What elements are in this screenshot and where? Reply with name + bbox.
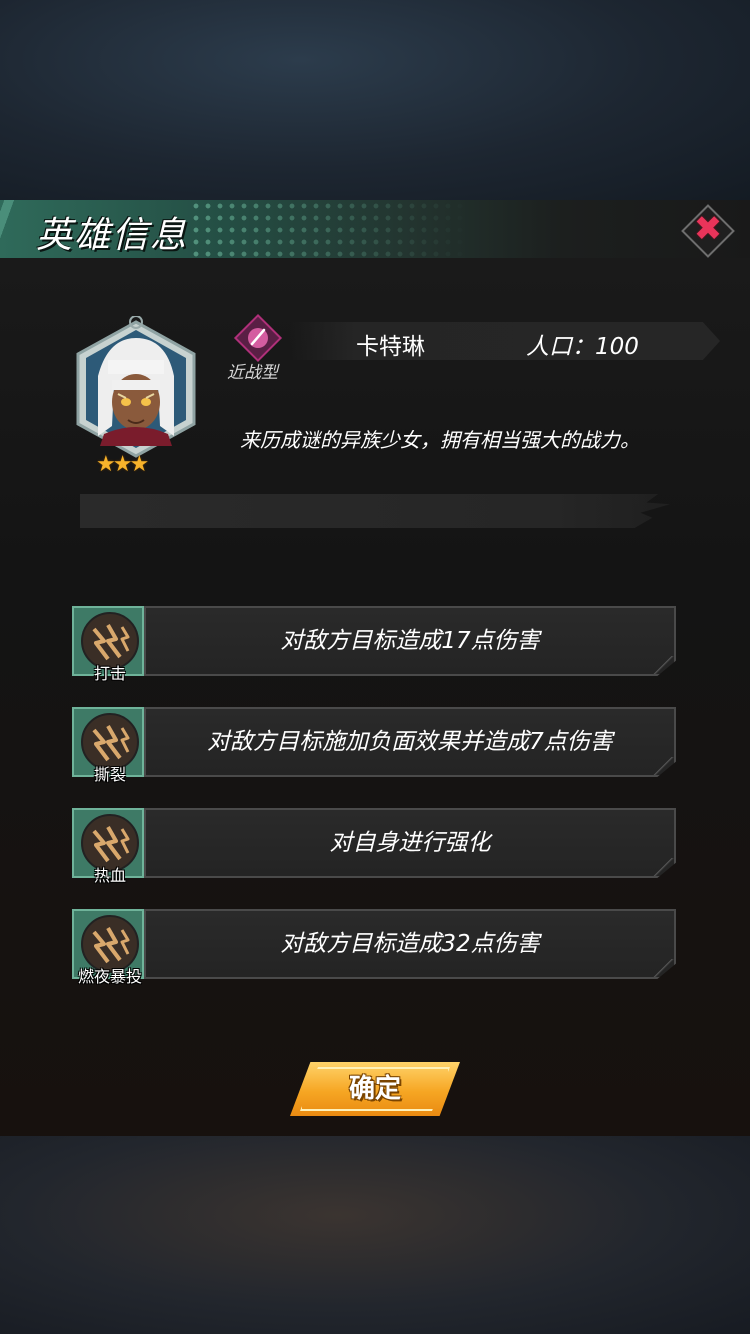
close-button[interactable]: ✖ <box>680 203 736 259</box>
skill-row[interactable]: 燃夜暴投 对敌方目标造成32点伤害 <box>72 909 676 986</box>
hero-description: 来历成谜的异族少女，拥有相当强大的战力。 <box>240 428 640 452</box>
skill-icon-box[interactable]: 撕裂 <box>72 707 144 784</box>
skill-description: 对自身进行强化 <box>329 830 491 856</box>
skill-icon-box[interactable]: 热血 <box>72 808 144 885</box>
dialog-title: 英雄信息 <box>36 215 189 256</box>
background-bottom <box>0 1136 750 1334</box>
skill-row[interactable]: 撕裂 对敌方目标施加负面效果并造成7点伤害 <box>72 707 676 784</box>
hero-name: 卡特琳 <box>356 334 425 360</box>
hero-portrait <box>68 316 204 466</box>
skill-description: 对敌方目标造成17点伤害 <box>280 628 540 654</box>
star-rating: ★★★ <box>96 452 149 477</box>
hero-type-label: 近战型 <box>227 363 278 383</box>
skill-name: 燃夜暴投 <box>77 967 142 986</box>
skill-name: 撕裂 <box>93 765 126 784</box>
blade-icon <box>232 312 284 364</box>
skill-row[interactable]: 热血 对自身进行强化 <box>72 808 676 885</box>
hero-population: 人口：100 <box>526 334 639 360</box>
skill-description: 对敌方目标造成32点伤害 <box>280 931 540 957</box>
skill-icon-box[interactable]: 燃夜暴投 <box>72 909 144 986</box>
skill-name: 热血 <box>93 866 126 885</box>
hero-name-bar <box>290 322 720 360</box>
background-top <box>0 0 750 200</box>
skill-icon-box[interactable]: 打击 <box>72 606 144 683</box>
confirm-button[interactable]: 确定 <box>290 1062 460 1116</box>
skill-name: 打击 <box>93 664 126 683</box>
skill-row[interactable]: 打击 对敌方目标造成17点伤害 <box>72 606 676 683</box>
confirm-label: 确定 <box>348 1074 401 1104</box>
divider-bar <box>80 494 670 528</box>
close-icon: ✖ <box>693 209 723 249</box>
skill-description: 对敌方目标施加负面效果并造成7点伤害 <box>207 729 613 755</box>
